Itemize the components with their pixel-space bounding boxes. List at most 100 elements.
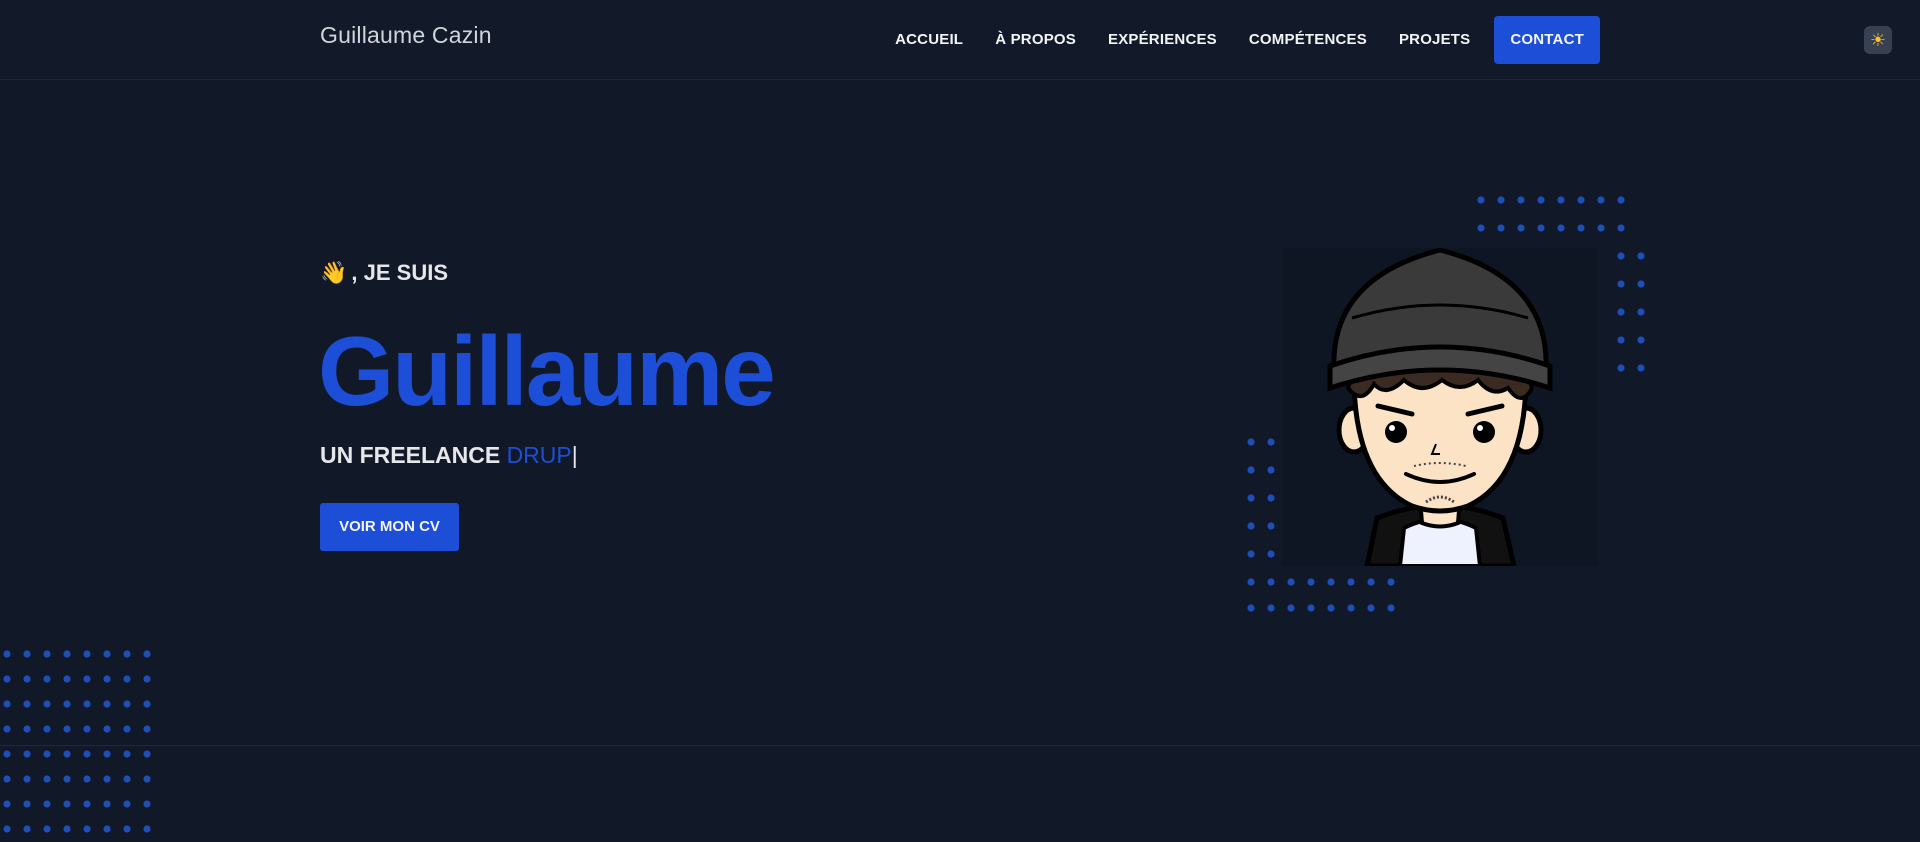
view-cv-button[interactable]: VOIR MON CV: [320, 503, 459, 551]
wave-icon: 👋: [320, 260, 348, 285]
decorative-dot: [1537, 224, 1545, 232]
decorative-dot: [103, 650, 111, 658]
decorative-dot: [1247, 494, 1255, 502]
decorative-dot: [1597, 196, 1605, 204]
decorative-dot: [63, 700, 71, 708]
decorative-dot: [1637, 336, 1645, 344]
decorative-dot: [1617, 364, 1625, 372]
decorative-dot: [43, 825, 51, 833]
decorative-dot: [1497, 196, 1505, 204]
decorative-dot: [1557, 196, 1565, 204]
decorative-dot: [83, 725, 91, 733]
decorative-dot: [1557, 224, 1565, 232]
nav-experiences[interactable]: EXPÉRIENCES: [1092, 16, 1233, 64]
decorative-dot: [1637, 280, 1645, 288]
decorative-dot: [1287, 604, 1295, 612]
decorative-dot: [143, 825, 151, 833]
decorative-dot: [83, 675, 91, 683]
decorative-dot: [1327, 604, 1335, 612]
decorative-dot: [43, 675, 51, 683]
decorative-dot: [43, 700, 51, 708]
decorative-dot: [143, 650, 151, 658]
decorative-dot: [3, 750, 11, 758]
decorative-dot: [63, 675, 71, 683]
decorative-dot: [63, 825, 71, 833]
decorative-dot: [43, 725, 51, 733]
decorative-dot: [1637, 252, 1645, 260]
decorative-dot: [83, 825, 91, 833]
decorative-dot: [1307, 578, 1315, 586]
decorative-dot: [3, 700, 11, 708]
decorative-dot: [103, 775, 111, 783]
decorative-dot: [143, 725, 151, 733]
decorative-dot: [3, 650, 11, 658]
site-brand[interactable]: Guillaume Cazin: [320, 22, 492, 49]
decorative-dot: [1267, 550, 1275, 558]
decorative-dot: [3, 825, 11, 833]
decorative-dot: [1577, 224, 1585, 232]
nav-competences[interactable]: COMPÉTENCES: [1233, 16, 1383, 64]
decorative-dot: [83, 700, 91, 708]
decorative-dot: [1367, 578, 1375, 586]
decorative-dot: [1617, 280, 1625, 288]
decorative-dot: [1617, 252, 1625, 260]
decorative-dot: [1497, 224, 1505, 232]
decorative-dot: [83, 800, 91, 808]
decorative-dot: [103, 725, 111, 733]
decorative-dot: [3, 775, 11, 783]
decorative-dot: [1247, 550, 1255, 558]
decorative-dot: [103, 750, 111, 758]
decorative-dot: [143, 675, 151, 683]
main-nav: ACCUEIL À PROPOS EXPÉRIENCES COMPÉTENCES…: [879, 16, 1600, 64]
decorative-dot: [1597, 224, 1605, 232]
decorative-dot: [83, 650, 91, 658]
decorative-dot: [23, 775, 31, 783]
decorative-dot: [23, 825, 31, 833]
decorative-dot: [1367, 604, 1375, 612]
subtitle-prefix: UN FREELANCE: [320, 442, 507, 468]
avatar-illustration: [1327, 247, 1553, 569]
hero-name: Guillaume: [318, 316, 776, 426]
decorative-dot: [123, 800, 131, 808]
nav-a-propos[interactable]: À PROPOS: [979, 16, 1092, 64]
decorative-dot: [1247, 578, 1255, 586]
decorative-dot: [3, 725, 11, 733]
decorative-dot: [1617, 224, 1625, 232]
decorative-dot: [143, 800, 151, 808]
decorative-dot: [1347, 604, 1355, 612]
decorative-dot: [1637, 364, 1645, 372]
decorative-dot: [63, 775, 71, 783]
decorative-dot: [63, 650, 71, 658]
decorative-dot: [143, 700, 151, 708]
decorative-dot: [1477, 196, 1485, 204]
decorative-dot: [123, 650, 131, 658]
decorative-dot: [83, 750, 91, 758]
nav-projets[interactable]: PROJETS: [1383, 16, 1486, 64]
section-divider: [0, 745, 1920, 746]
decorative-dot: [43, 750, 51, 758]
decorative-dot: [1267, 522, 1275, 530]
hero-greeting: 👋 , JE SUIS: [320, 260, 448, 286]
decorative-dot: [1267, 578, 1275, 586]
decorative-dot: [1517, 196, 1525, 204]
decorative-dot: [103, 675, 111, 683]
hero-subtitle: UN FREELANCE DRUP|: [320, 442, 578, 469]
nav-accueil[interactable]: ACCUEIL: [879, 16, 979, 64]
decorative-dot: [23, 800, 31, 808]
decorative-dot: [43, 775, 51, 783]
theme-toggle-button[interactable]: ☀: [1864, 26, 1892, 54]
decorative-dot: [1247, 438, 1255, 446]
decorative-dot: [1517, 224, 1525, 232]
decorative-dot: [23, 750, 31, 758]
decorative-dot: [123, 725, 131, 733]
decorative-dot: [103, 825, 111, 833]
decorative-dot: [123, 750, 131, 758]
decorative-dot: [1247, 604, 1255, 612]
decorative-dot: [123, 675, 131, 683]
decorative-dot: [1387, 578, 1395, 586]
decorative-dot: [1267, 466, 1275, 474]
decorative-dot: [1617, 308, 1625, 316]
nav-contact-button[interactable]: CONTACT: [1494, 16, 1600, 64]
decorative-dot: [1537, 196, 1545, 204]
decorative-dot: [23, 725, 31, 733]
